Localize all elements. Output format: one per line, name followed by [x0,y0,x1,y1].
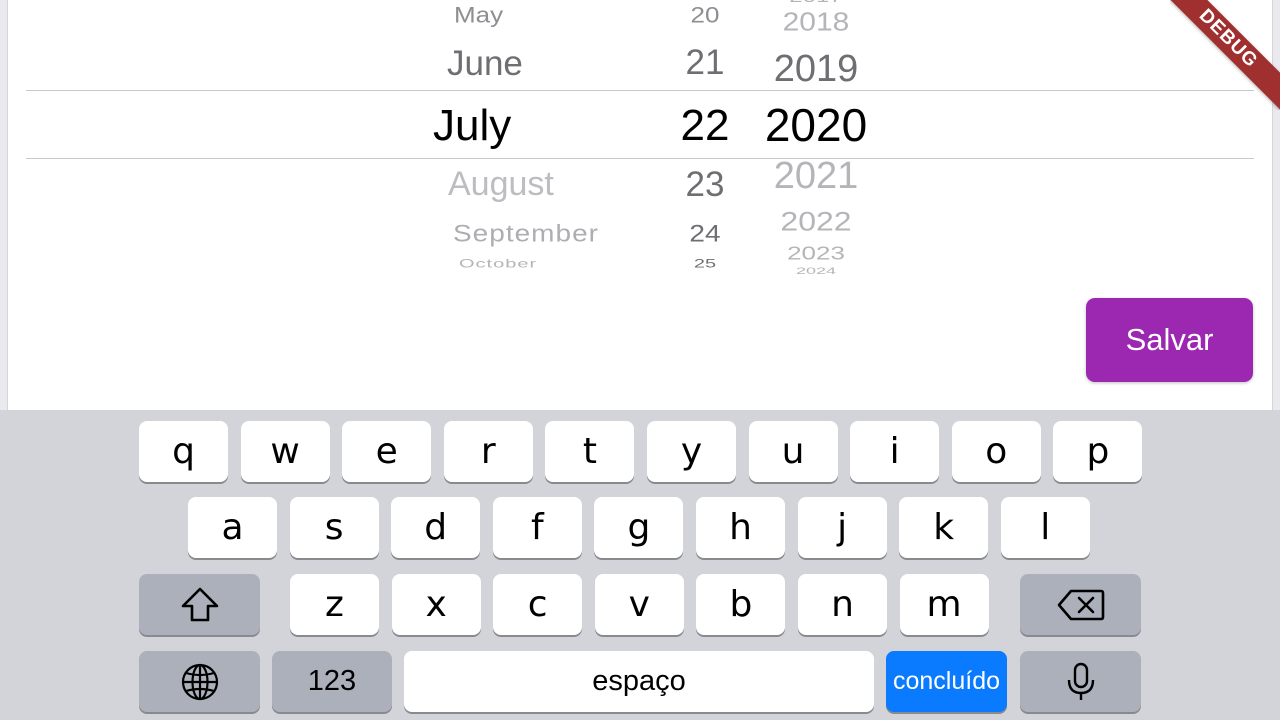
date-picker[interactable]: May June July August September October 20 21 22… [26,0,1254,275]
month-selected[interactable]: July [433,104,511,148]
key-u[interactable]: u [748,421,838,482]
year-option[interactable]: 2022 [750,207,882,234]
key-a[interactable]: a [188,497,277,558]
selection-top-line [26,90,1254,91]
key-s[interactable]: s [289,497,379,558]
key-y[interactable]: y [647,421,736,482]
month-wheel[interactable]: May June July August September October [370,0,598,275]
on-screen-keyboard: 123 espaço concluído qwertyuiop asdfghjkl… [0,410,1280,720]
year-option[interactable]: 2021 [750,157,882,195]
key-e[interactable]: e [342,421,432,482]
key-k[interactable]: k [899,497,989,558]
key-z[interactable]: z [290,574,379,635]
key-v[interactable]: v [594,574,684,635]
year-selected[interactable]: 2020 [750,102,882,148]
key-m[interactable]: m [899,574,989,635]
key-q[interactable]: q [139,421,228,482]
year-option[interactable]: 2024 [750,267,882,276]
key-r[interactable]: r [443,421,533,482]
date-picker-sheet: May June July August September October 20 21 22… [0,0,1280,410]
shift-key[interactable] [139,574,260,635]
done-key[interactable]: concluído [886,651,1007,712]
key-f[interactable]: f [492,497,582,558]
key-b[interactable]: b [696,574,786,635]
space-key[interactable]: espaço [404,651,874,712]
save-button[interactable]: Salvar [1086,298,1253,382]
day-option[interactable]: 24 [660,222,750,246]
key-i[interactable]: i [850,421,940,482]
debug-banner-area: DEBUG [1170,0,1280,110]
backspace-icon [1057,589,1104,620]
month-option[interactable]: May [454,4,503,26]
key-p[interactable]: p [1053,421,1143,482]
key-l[interactable]: l [1000,497,1090,558]
year-option[interactable]: 2018 [750,10,882,36]
key-o[interactable]: o [951,421,1041,482]
year-option[interactable]: 2023 [750,244,882,262]
key-g[interactable]: g [594,497,684,558]
key-t[interactable]: t [545,421,635,482]
key-x[interactable]: x [391,574,481,635]
key-n[interactable]: n [798,574,887,635]
backspace-key[interactable] [1020,574,1141,635]
month-option[interactable]: August [448,167,554,201]
day-selected[interactable]: 22 [660,104,750,148]
key-d[interactable]: d [391,497,481,558]
year-option[interactable]: 2019 [750,50,882,88]
day-option[interactable]: 21 [660,45,750,80]
month-option[interactable]: September [453,222,599,246]
key-c[interactable]: c [493,574,583,635]
day-option[interactable]: 25 [660,258,750,270]
microphone-key[interactable] [1020,651,1141,712]
shift-icon [181,587,218,621]
month-option[interactable]: October [459,258,537,270]
debug-banner: DEBUG [1170,0,1280,110]
day-option[interactable]: 20 [660,4,750,26]
globe-key[interactable] [139,651,260,712]
key-w[interactable]: w [240,421,330,482]
numbers-key[interactable]: 123 [272,651,392,712]
day-wheel[interactable]: 20 21 22 23 24 25 [660,0,750,275]
key-h[interactable]: h [696,497,785,558]
globe-icon [181,663,218,700]
year-option[interactable]: 2017 [750,0,882,5]
day-option[interactable]: 23 [660,167,750,202]
sheet-left-edge [0,0,8,410]
month-option[interactable]: June [447,46,523,81]
selection-bottom-line [26,158,1254,159]
year-wheel[interactable]: 2017 2018 2019 2020 2021 2022 2023 2024 [750,0,882,275]
key-j[interactable]: j [797,497,887,558]
microphone-icon [1067,662,1094,700]
